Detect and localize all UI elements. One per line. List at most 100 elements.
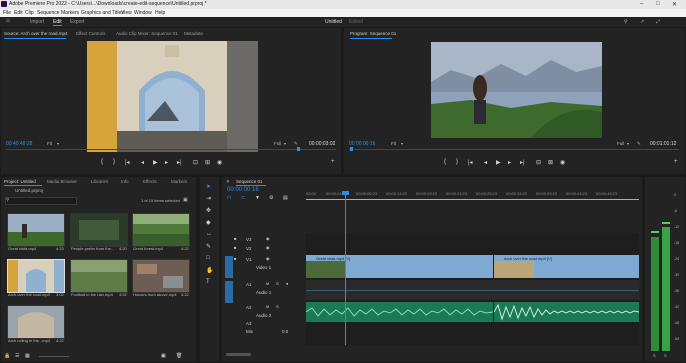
close-icon[interactable]: ✕ bbox=[672, 1, 677, 8]
program-wrench-icon[interactable]: ✎ bbox=[637, 141, 641, 147]
thumb-houses-above[interactable] bbox=[132, 259, 190, 293]
menu-graphics[interactable]: Graphics and Titles bbox=[81, 10, 124, 16]
source-export-frame-icon[interactable]: ◉ bbox=[217, 159, 222, 166]
minimize-icon[interactable]: – bbox=[640, 1, 643, 7]
thumb-great-forest[interactable] bbox=[132, 213, 190, 247]
hand-tool-icon[interactable]: ✋ bbox=[206, 267, 213, 274]
eye-icon[interactable]: ◉ bbox=[266, 245, 270, 250]
program-fit[interactable]: Fit bbox=[391, 141, 396, 146]
lock-icon[interactable]: ■ bbox=[234, 256, 236, 261]
tab-export[interactable]: Export bbox=[70, 19, 84, 25]
timeline-ruler[interactable]: 00:00 00:00:04:23 00:00:09:23 00:00:14:2… bbox=[306, 189, 639, 201]
track-area[interactable]: Great vista.mp4 [V] Arch over the road.m… bbox=[306, 191, 639, 345]
icon-view-icon[interactable]: ▦ bbox=[25, 353, 30, 359]
lock-icon[interactable]: ■ bbox=[234, 245, 236, 250]
tab-metadata[interactable]: Metadata bbox=[184, 31, 203, 36]
program-quality-chevron-icon[interactable]: ▾ bbox=[627, 141, 629, 146]
tab-edit[interactable]: Edit bbox=[53, 19, 62, 26]
thumb-arch-rolling[interactable] bbox=[7, 305, 65, 339]
program-scrubber[interactable] bbox=[349, 149, 679, 150]
source-quality[interactable]: Full bbox=[274, 141, 281, 146]
eye-icon[interactable]: ◉ bbox=[266, 236, 270, 241]
lock-icon[interactable]: 🔒 bbox=[4, 353, 10, 359]
solo-left-button[interactable]: S bbox=[653, 353, 656, 358]
eye-icon[interactable]: ◉ bbox=[266, 256, 270, 261]
thumb-football[interactable] bbox=[70, 259, 128, 293]
source-mark-out-icon[interactable]: } bbox=[113, 159, 115, 165]
thumb-people[interactable] bbox=[70, 213, 128, 247]
work-area-bar[interactable] bbox=[306, 199, 639, 200]
audio-clip-2[interactable] bbox=[494, 302, 639, 322]
list-view-icon[interactable]: ☰ bbox=[15, 353, 19, 359]
type-tool-icon[interactable]: T bbox=[206, 279, 210, 285]
trash-icon[interactable]: 🗑 bbox=[176, 353, 182, 359]
maximize-icon[interactable]: □ bbox=[656, 1, 660, 7]
captions-icon[interactable]: ▤ bbox=[283, 195, 288, 201]
source-fit[interactable]: Fit bbox=[47, 141, 52, 146]
rectangle-tool-icon[interactable]: □ bbox=[206, 255, 210, 261]
settings-icon[interactable]: ⚙ bbox=[269, 195, 273, 201]
tab-markers[interactable]: Markers bbox=[171, 179, 187, 184]
a1-level-line[interactable] bbox=[306, 290, 639, 291]
menu-sequence[interactable]: Sequence bbox=[37, 10, 60, 16]
program-export-frame-icon[interactable]: ◉ bbox=[560, 159, 565, 166]
razor-tool-icon[interactable]: ◆ bbox=[206, 219, 211, 226]
program-go-in-icon[interactable]: |◂ bbox=[468, 159, 473, 166]
track-select-icon[interactable]: ⇥ bbox=[206, 195, 211, 202]
tab-info[interactable]: Info bbox=[121, 179, 129, 184]
clip-great-vista[interactable]: Great vista.mp4 [V] bbox=[306, 255, 493, 278]
track-a3[interactable]: A3 bbox=[246, 321, 252, 326]
snap-icon[interactable]: ⊓ bbox=[227, 195, 231, 201]
source-overwrite-icon[interactable]: ⊞ bbox=[205, 159, 210, 166]
menu-help[interactable]: Help bbox=[155, 10, 165, 16]
program-play-icon[interactable]: ▶ bbox=[496, 159, 501, 166]
ripple-edit-icon[interactable]: ✥ bbox=[206, 207, 211, 214]
program-step-fwd-icon[interactable]: ▸ bbox=[508, 159, 511, 166]
playhead-handle-icon[interactable] bbox=[342, 191, 349, 195]
tab-sequence[interactable]: Sequence 01 bbox=[236, 179, 263, 184]
program-playhead-icon[interactable] bbox=[350, 147, 353, 151]
menu-clip[interactable]: Clip bbox=[25, 10, 34, 16]
program-lift-icon[interactable]: ⊟ bbox=[536, 159, 541, 166]
source-mark-in-icon[interactable]: { bbox=[101, 159, 103, 165]
thumb-arch-over-road[interactable] bbox=[7, 259, 65, 293]
track-a2[interactable]: A2 bbox=[246, 305, 252, 310]
solo-right-button[interactable]: S bbox=[664, 353, 667, 358]
source-step-fwd-icon[interactable]: ▸ bbox=[165, 159, 168, 166]
program-mark-in-icon[interactable]: { bbox=[444, 159, 446, 165]
clip-arch-over-road[interactable]: Arch over the road.mp4 [V] bbox=[494, 255, 639, 278]
program-fit-chevron-icon[interactable]: ▾ bbox=[401, 141, 403, 146]
source-scrubber[interactable] bbox=[6, 149, 336, 150]
timeline-timecode[interactable]: 00:00:00:16 bbox=[227, 187, 259, 193]
slip-tool-icon[interactable]: ↔ bbox=[206, 231, 212, 237]
menu-view[interactable]: View bbox=[121, 10, 132, 16]
track-v3[interactable]: V3 bbox=[246, 237, 252, 242]
source-playhead-icon[interactable] bbox=[297, 147, 300, 151]
source-go-out-icon[interactable]: ▸| bbox=[177, 159, 182, 166]
tab-effect-controls[interactable]: Effect Controls bbox=[76, 31, 105, 36]
mute-icon[interactable]: M bbox=[266, 304, 269, 309]
a1-target[interactable] bbox=[225, 281, 233, 303]
tab-program[interactable]: Program: Sequence 01 bbox=[350, 31, 396, 36]
mute-icon[interactable]: M bbox=[266, 281, 269, 286]
mic-icon[interactable]: ● bbox=[286, 281, 288, 286]
program-mark-out-icon[interactable]: } bbox=[456, 159, 458, 165]
audio-clip-1[interactable] bbox=[306, 302, 493, 322]
timeline-playhead[interactable] bbox=[345, 191, 346, 345]
timeline-scrollbar[interactable] bbox=[226, 353, 251, 356]
thumb-great-vista[interactable] bbox=[7, 213, 65, 247]
linked-icon[interactable]: ⊂ bbox=[241, 195, 245, 201]
tab-import[interactable]: Import bbox=[30, 19, 44, 25]
tab-project[interactable]: Project: Untitled bbox=[4, 179, 36, 184]
track-v2[interactable]: V2 bbox=[246, 246, 252, 251]
zoom-slider[interactable] bbox=[39, 356, 69, 357]
tab-source[interactable]: Source: Arch over the road.mp4 bbox=[4, 31, 68, 36]
new-bin-icon[interactable]: ▣ bbox=[183, 197, 188, 203]
v1-target[interactable] bbox=[225, 256, 233, 278]
timeline-close-icon[interactable]: ✕ bbox=[226, 179, 230, 185]
search-icon[interactable]: ⚲ bbox=[624, 19, 628, 25]
menu-file[interactable]: File bbox=[3, 10, 11, 16]
menu-edit[interactable]: Edit bbox=[14, 10, 23, 16]
source-play-icon[interactable]: ▶ bbox=[153, 159, 158, 166]
selection-tool-icon[interactable]: ➤ bbox=[206, 183, 211, 190]
